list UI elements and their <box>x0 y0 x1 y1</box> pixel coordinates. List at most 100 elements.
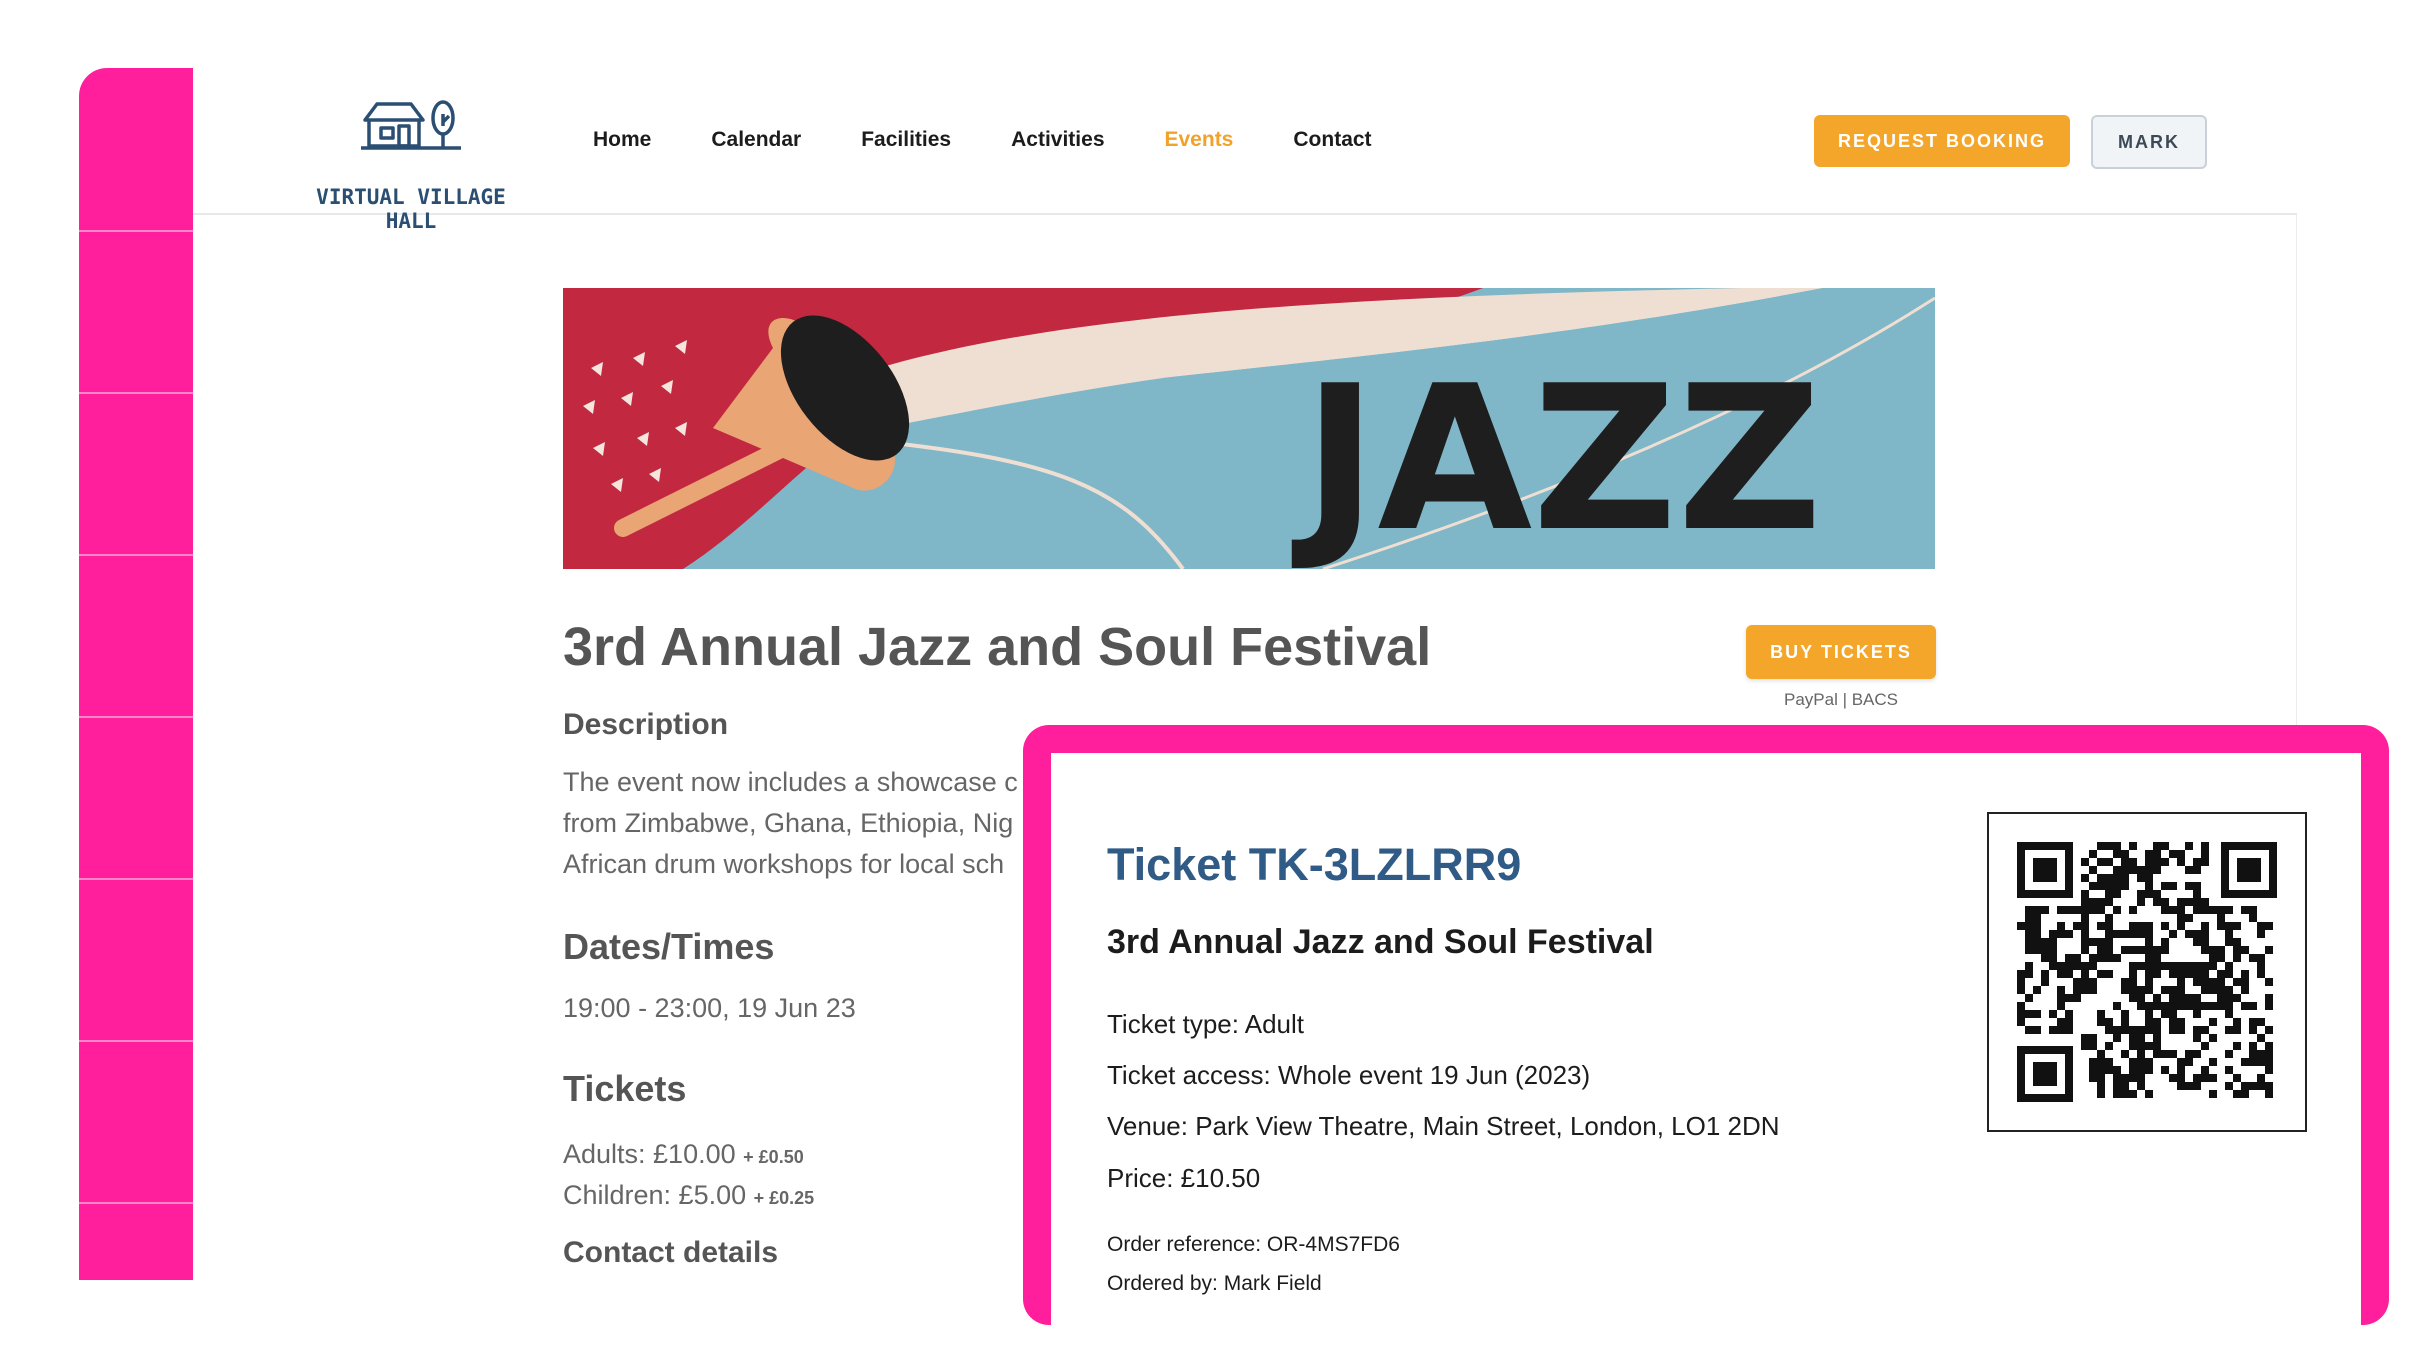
qr-module <box>2265 1090 2273 1098</box>
buy-tickets-button[interactable]: BUY TICKETS <box>1746 625 1936 679</box>
qr-module <box>2145 1018 2153 1026</box>
qr-module <box>2121 1010 2129 1018</box>
qr-module <box>2193 1050 2201 1058</box>
qr-module <box>2153 858 2161 866</box>
strip-divider <box>79 554 193 556</box>
nav-calendar[interactable]: Calendar <box>711 128 801 158</box>
qr-module <box>2185 882 2193 890</box>
description-line: African drum workshops for local sch <box>563 849 1005 879</box>
qr-module <box>2241 1090 2249 1098</box>
qr-module <box>2033 986 2041 994</box>
qr-module <box>2057 906 2065 914</box>
qr-module <box>2241 1058 2249 1066</box>
qr-module <box>2225 1066 2233 1074</box>
qr-module <box>2153 1050 2161 1058</box>
qr-module <box>2241 906 2249 914</box>
qr-module <box>2121 882 2129 890</box>
qr-module <box>2185 930 2193 938</box>
nav-facilities[interactable]: Facilities <box>861 128 951 158</box>
qr-module <box>2121 1074 2129 1082</box>
strip-divider <box>79 230 193 232</box>
qr-module <box>2257 1058 2265 1066</box>
qr-module <box>2209 1074 2217 1082</box>
nav-contact[interactable]: Contact <box>1293 128 1371 158</box>
qr-module <box>2161 1002 2169 1010</box>
qr-module <box>2097 1082 2105 1090</box>
qr-module <box>2145 1002 2153 1010</box>
qr-module <box>2265 1026 2273 1034</box>
nav-events[interactable]: Events <box>1165 128 1234 158</box>
qr-module <box>2089 898 2097 906</box>
qr-module <box>2257 1050 2265 1058</box>
event-title: 3rd Annual Jazz and Soul Festival <box>563 617 1432 677</box>
qr-module <box>2081 890 2089 898</box>
qr-module <box>2097 882 2105 890</box>
qr-module <box>2137 922 2145 930</box>
qr-module <box>2105 970 2113 978</box>
qr-module <box>2073 994 2081 1002</box>
qr-module <box>2233 1042 2241 1050</box>
qr-module <box>2217 922 2225 930</box>
qr-module <box>2161 986 2169 994</box>
qr-module <box>2025 994 2033 1002</box>
qr-module <box>2265 978 2273 986</box>
qr-module <box>2233 1090 2241 1098</box>
qr-module <box>2257 970 2265 978</box>
site-logo[interactable]: VIRTUAL VILLAGE HALL <box>293 90 529 233</box>
qr-module <box>2145 986 2153 994</box>
qr-module <box>2057 1026 2065 1034</box>
qr-module <box>2137 986 2145 994</box>
qr-module <box>2065 994 2073 1002</box>
qr-module <box>2185 842 2193 850</box>
qr-module <box>2105 1042 2113 1050</box>
qr-module <box>2089 1042 2097 1050</box>
qr-module <box>2185 994 2193 1002</box>
qr-module <box>2137 898 2145 906</box>
qr-module <box>2225 1050 2233 1058</box>
event-banner: JAZZ <box>563 288 1935 569</box>
qr-module <box>2049 1010 2057 1018</box>
qr-module <box>2249 1050 2257 1058</box>
qr-module <box>2177 1002 2185 1010</box>
qr-module <box>2233 1074 2241 1082</box>
ticket-price: Price: £10.50 <box>1107 1163 1261 1193</box>
qr-module <box>2129 930 2137 938</box>
qr-module <box>2177 994 2185 1002</box>
qr-module <box>2177 978 2185 986</box>
qr-module <box>2105 954 2113 962</box>
qr-module <box>2105 1058 2113 1066</box>
qr-module <box>2129 1090 2137 1098</box>
qr-module <box>2129 842 2137 850</box>
qr-module <box>2081 1042 2089 1050</box>
ticket-id: Ticket TK-3LZLRR9 <box>1107 839 1522 890</box>
qr-module <box>2097 874 2105 882</box>
qr-module <box>2193 970 2201 978</box>
qr-module <box>2209 1034 2217 1042</box>
qr-module <box>2225 922 2233 930</box>
qr-module <box>2265 1066 2273 1074</box>
qr-module <box>2161 1050 2169 1058</box>
qr-module <box>2233 1026 2241 1034</box>
qr-module <box>2017 970 2025 978</box>
nav-activities[interactable]: Activities <box>1011 128 1104 158</box>
request-booking-button[interactable]: REQUEST BOOKING <box>1814 115 2070 167</box>
qr-module <box>2225 970 2233 978</box>
qr-module <box>2185 866 2193 874</box>
qr-module <box>2193 1074 2201 1082</box>
qr-module <box>2169 1018 2177 1026</box>
qr-module <box>2145 962 2153 970</box>
user-menu-button[interactable]: MARK <box>2091 115 2207 169</box>
qr-module <box>2057 970 2065 978</box>
qr-module <box>2081 970 2089 978</box>
qr-module <box>2153 866 2161 874</box>
qr-module <box>2193 898 2201 906</box>
qr-module <box>2105 890 2113 898</box>
qr-module <box>2105 874 2113 882</box>
qr-module <box>2073 922 2081 930</box>
qr-module <box>2249 1082 2257 1090</box>
qr-module <box>2097 938 2105 946</box>
qr-module <box>2121 1090 2129 1098</box>
qr-module <box>2017 1018 2025 1026</box>
qr-module <box>2209 1002 2217 1010</box>
nav-home[interactable]: Home <box>593 128 651 158</box>
